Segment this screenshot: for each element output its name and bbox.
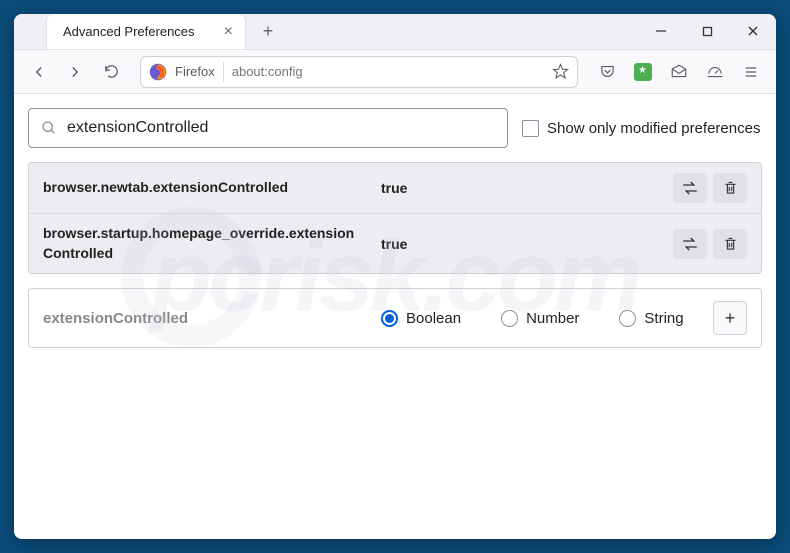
firefox-logo-icon [149,63,167,81]
radio-number[interactable]: Number [501,310,579,327]
url-separator [223,62,224,82]
pref-row[interactable]: browser.startup.homepage_override.extens… [29,213,761,273]
radio-string[interactable]: String [619,310,683,327]
delete-button[interactable] [713,229,747,259]
radio-label: Number [526,310,579,327]
dashboard-icon[interactable] [700,57,730,87]
menu-button[interactable] [736,57,766,87]
preferences-list: browser.newtab.extensionControlled true … [28,162,762,274]
pref-name: browser.startup.homepage_override.extens… [43,224,363,263]
bookmark-star-icon[interactable] [552,63,569,80]
pref-actions [673,229,747,259]
pref-value: true [363,180,673,196]
radio-icon [381,310,398,327]
url-text: about:config [232,64,544,79]
mail-icon[interactable] [664,57,694,87]
close-tab-icon[interactable]: × [224,23,233,41]
radio-boolean[interactable]: Boolean [381,310,461,327]
pocket-icon[interactable] [592,57,622,87]
toggle-button[interactable] [673,173,707,203]
close-window-button[interactable] [730,14,776,49]
pref-row[interactable]: browser.newtab.extensionControlled true [29,163,761,213]
tab-title: Advanced Preferences [63,24,195,39]
toggle-button[interactable] [673,229,707,259]
reload-button[interactable] [96,57,126,87]
browser-window: Advanced Preferences × + [14,14,776,539]
window-controls [638,14,776,49]
new-pref-name: extensionControlled [43,310,363,327]
add-pref-button[interactable]: + [713,301,747,335]
url-bar[interactable]: Firefox about:config [140,56,578,88]
back-button[interactable] [24,57,54,87]
forward-button[interactable] [60,57,90,87]
radio-label: Boolean [406,310,461,327]
type-radios: Boolean Number String [381,310,713,327]
checkbox-label: Show only modified preferences [547,120,760,137]
delete-button[interactable] [713,173,747,203]
browser-tab[interactable]: Advanced Preferences × [46,14,246,49]
pref-name: browser.newtab.extensionControlled [43,178,363,198]
search-row: Show only modified preferences [28,108,762,148]
radio-icon [501,310,518,327]
minimize-button[interactable] [638,14,684,49]
titlebar: Advanced Preferences × + [14,14,776,50]
content-area: Show only modified preferences browser.n… [14,94,776,539]
pref-actions [673,173,747,203]
url-identity: Firefox [175,64,215,79]
toolbar: Firefox about:config [14,50,776,94]
show-modified-checkbox[interactable]: Show only modified preferences [522,120,760,137]
radio-label: String [644,310,683,327]
extension-icon[interactable] [628,57,658,87]
new-tab-button[interactable]: + [254,17,282,45]
search-box[interactable] [28,108,508,148]
radio-icon [619,310,636,327]
new-pref-row: extensionControlled Boolean Number Strin… [28,288,762,348]
search-icon [41,120,57,136]
checkbox-icon [522,120,539,137]
pref-value: true [363,236,673,252]
maximize-button[interactable] [684,14,730,49]
search-input[interactable] [67,119,495,137]
